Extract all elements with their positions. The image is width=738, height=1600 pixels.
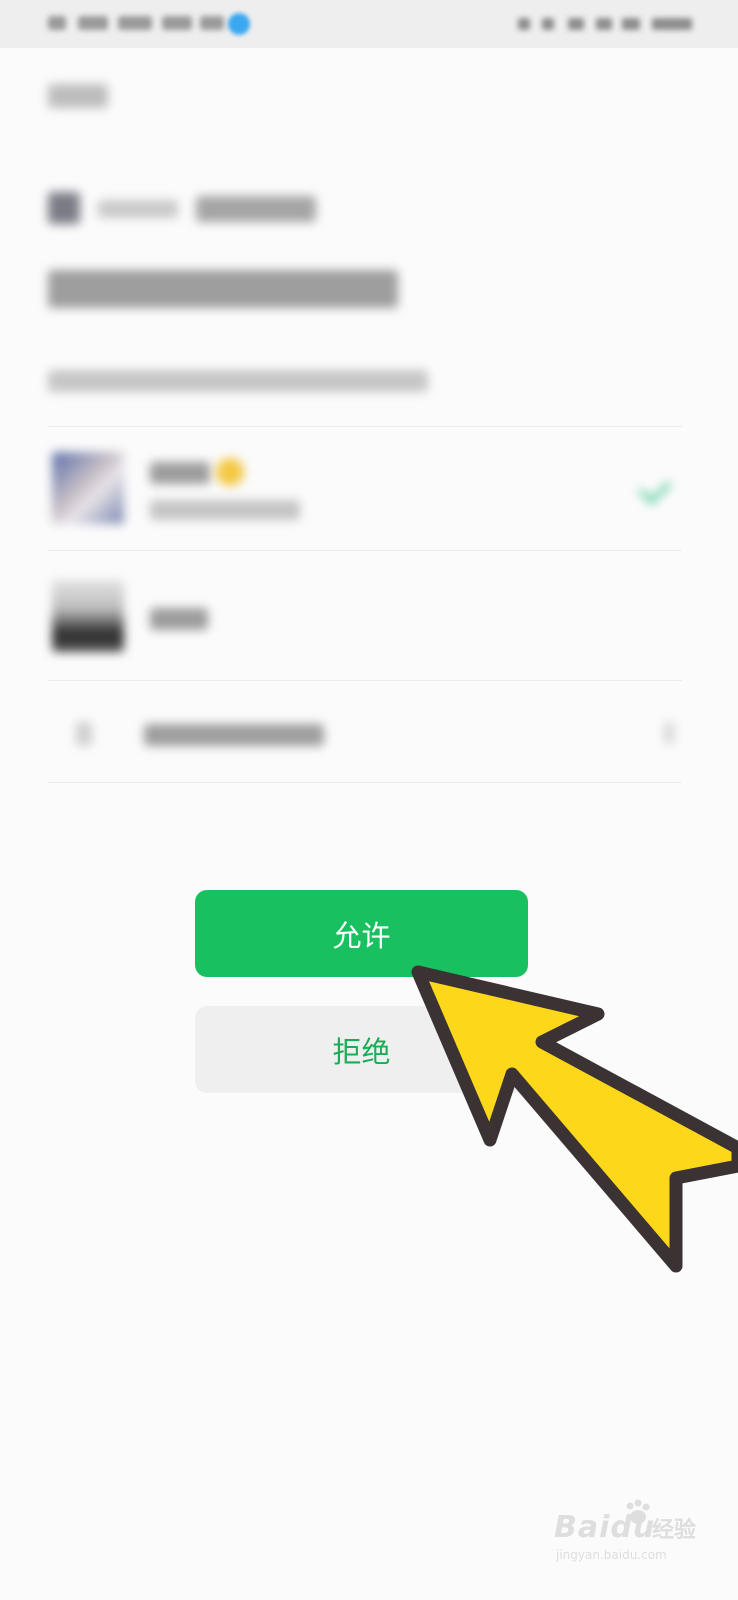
app-icon: [48, 192, 80, 224]
app-name-blurred: [98, 200, 178, 218]
close-link-blurred[interactable]: [48, 84, 108, 108]
status-bar: [0, 0, 738, 48]
account-desc-blurred: [150, 500, 300, 520]
add-account-label-blurred: [144, 724, 324, 746]
baidu-jingyan-watermark: Baidu 经验 jingyan.baidu.com: [552, 1498, 702, 1568]
watermark-logo-text: Baidu: [554, 1510, 656, 1545]
divider: [48, 680, 682, 681]
authorization-title-blurred: [48, 270, 398, 308]
avatar: [52, 580, 124, 652]
notification-dot-icon: [228, 13, 250, 35]
allow-button[interactable]: 允许: [195, 890, 528, 977]
add-icon: [76, 722, 92, 746]
moon-icon: [216, 458, 244, 486]
pointer-arrow-icon: [411, 965, 738, 1273]
account-name-blurred: [150, 462, 210, 484]
avatar: [52, 452, 124, 524]
authorization-subtitle-blurred: [48, 370, 428, 392]
checkmark-icon: [640, 472, 680, 502]
account-name-blurred: [150, 608, 208, 630]
divider: [48, 550, 682, 551]
divider: [48, 426, 682, 427]
status-bar-right-icons: [518, 16, 698, 32]
watermark-url: jingyan.baidu.com: [556, 1548, 667, 1562]
app-request-blurred: [196, 196, 316, 222]
divider: [48, 782, 682, 783]
chevron-right-icon: [664, 722, 674, 744]
watermark-suffix: 经验: [652, 1518, 697, 1543]
deny-button[interactable]: 拒绝: [195, 1006, 528, 1093]
